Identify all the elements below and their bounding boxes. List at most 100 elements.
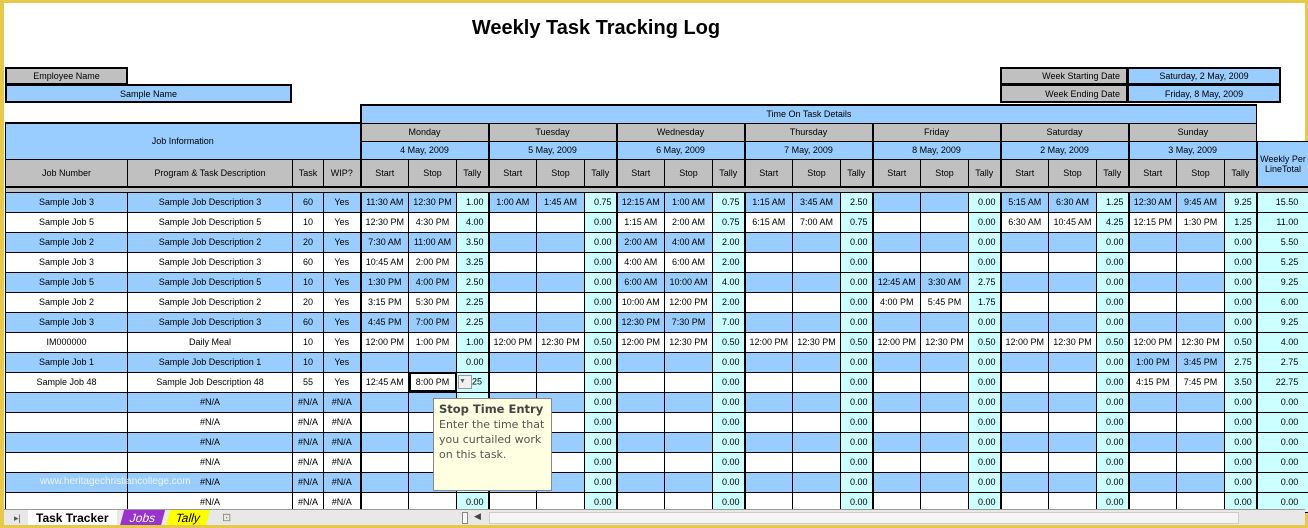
start-time-cell[interactable] [871, 431, 921, 453]
start-time-cell[interactable] [999, 391, 1049, 413]
job-number-cell[interactable] [5, 431, 128, 453]
stop-time-cell[interactable] [792, 451, 841, 473]
stop-time-cell[interactable]: 1:00 AM [664, 191, 713, 213]
start-time-cell[interactable]: 11:30 AM [359, 191, 409, 213]
start-time-cell[interactable] [1127, 391, 1177, 413]
start-time-cell[interactable]: 1:15 AM [743, 191, 793, 213]
start-time-cell[interactable] [871, 191, 921, 213]
task-description-cell[interactable]: Daily Meal [127, 331, 293, 353]
start-time-cell[interactable]: 6:15 AM [743, 211, 793, 233]
start-time-cell[interactable] [487, 251, 537, 273]
job-number-cell[interactable]: Sample Job 5 [5, 211, 128, 233]
stop-time-cell[interactable] [408, 351, 457, 373]
start-time-cell[interactable] [487, 351, 537, 373]
stop-time-cell[interactable] [792, 371, 841, 393]
stop-time-cell[interactable] [664, 351, 713, 373]
start-time-cell[interactable] [871, 231, 921, 253]
stop-time-cell[interactable]: 10:00 AM [664, 271, 713, 293]
start-time-cell[interactable] [999, 411, 1049, 433]
start-time-cell[interactable] [743, 411, 793, 433]
start-time-cell[interactable] [1127, 471, 1177, 493]
start-time-cell[interactable] [1127, 291, 1177, 313]
wip-cell[interactable]: Yes [323, 311, 361, 333]
task-cell[interactable]: 10 [292, 351, 324, 373]
start-time-cell[interactable]: 12:00 PM [999, 331, 1049, 353]
stop-time-cell[interactable] [920, 451, 969, 473]
start-time-cell[interactable]: 12:30 AM [1127, 191, 1177, 213]
start-time-cell[interactable]: 10:45 AM [359, 251, 409, 273]
stop-time-cell[interactable] [792, 351, 841, 373]
stop-time-cell[interactable]: 12:30 PM [1176, 331, 1225, 353]
week-start-field[interactable]: Saturday, 2 May, 2009 [1127, 67, 1281, 85]
start-time-cell[interactable] [999, 351, 1049, 373]
stop-time-cell[interactable] [792, 471, 841, 493]
stop-time-cell[interactable] [1176, 471, 1225, 493]
start-time-cell[interactable] [871, 471, 921, 493]
tab-split-handle[interactable] [462, 512, 468, 524]
start-time-cell[interactable] [359, 471, 409, 493]
stop-time-cell[interactable]: 7:45 PM [1176, 371, 1225, 393]
job-number-cell[interactable]: Sample Job 3 [5, 191, 128, 213]
stop-time-cell[interactable]: 12:30 PM [792, 331, 841, 353]
stop-time-cell[interactable]: 10:45 AM [1048, 211, 1097, 233]
stop-time-cell[interactable] [536, 271, 585, 293]
task-cell[interactable]: #N/A [292, 451, 324, 473]
start-time-cell[interactable] [487, 231, 537, 253]
start-time-cell[interactable]: 1:30 PM [359, 271, 409, 293]
start-time-cell[interactable]: 12:00 PM [487, 331, 537, 353]
job-number-cell[interactable] [5, 391, 128, 413]
stop-time-cell[interactable] [1048, 371, 1097, 393]
stop-time-cell[interactable] [536, 371, 585, 393]
stop-time-cell[interactable] [1176, 231, 1225, 253]
start-time-cell[interactable] [743, 271, 793, 293]
stop-time-cell[interactable] [536, 251, 585, 273]
stop-time-cell[interactable]: 7:00 PM [408, 311, 457, 333]
stop-time-cell[interactable] [792, 271, 841, 293]
tab-jobs[interactable]: Jobs [119, 510, 166, 526]
stop-time-cell[interactable] [664, 391, 713, 413]
start-time-cell[interactable]: 2:00 AM [615, 231, 665, 253]
task-description-cell[interactable]: #N/A [127, 431, 293, 453]
stop-time-cell[interactable] [664, 371, 713, 393]
stop-time-cell[interactable] [1048, 231, 1097, 253]
task-cell[interactable]: #N/A [292, 411, 324, 433]
task-cell[interactable]: 10 [292, 211, 324, 233]
task-description-cell[interactable]: Sample Job Description 5 [127, 211, 293, 233]
job-number-cell[interactable]: Sample Job 2 [5, 291, 128, 313]
stop-time-cell[interactable] [1176, 271, 1225, 293]
start-time-cell[interactable] [615, 451, 665, 473]
job-number-cell[interactable]: Sample Job 48 [5, 371, 128, 393]
stop-time-cell[interactable] [920, 231, 969, 253]
task-cell[interactable]: 10 [292, 331, 324, 353]
wip-cell[interactable]: Yes [323, 271, 361, 293]
stop-time-cell[interactable] [1048, 431, 1097, 453]
task-cell[interactable]: 60 [292, 251, 324, 273]
stop-time-cell[interactable] [792, 291, 841, 313]
stop-time-cell[interactable] [1176, 451, 1225, 473]
start-time-cell[interactable] [871, 371, 921, 393]
stop-time-cell[interactable] [1176, 311, 1225, 333]
job-number-cell[interactable] [5, 411, 128, 433]
start-time-cell[interactable]: 3:15 PM [359, 291, 409, 313]
stop-time-cell[interactable] [920, 211, 969, 233]
start-time-cell[interactable] [743, 291, 793, 313]
start-time-cell[interactable]: 12:45 AM [871, 271, 921, 293]
start-time-cell[interactable]: 12:00 PM [615, 331, 665, 353]
start-time-cell[interactable] [615, 391, 665, 413]
start-time-cell[interactable]: 12:00 PM [1127, 331, 1177, 353]
start-time-cell[interactable] [359, 451, 409, 473]
start-time-cell[interactable] [615, 411, 665, 433]
task-cell[interactable]: 10 [292, 271, 324, 293]
stop-time-cell[interactable] [920, 311, 969, 333]
stop-time-cell[interactable] [1176, 251, 1225, 273]
start-time-cell[interactable] [615, 371, 665, 393]
start-time-cell[interactable] [743, 311, 793, 333]
start-time-cell[interactable]: 1:00 PM [1127, 351, 1177, 373]
start-time-cell[interactable] [743, 431, 793, 453]
task-cell[interactable]: #N/A [292, 391, 324, 413]
start-time-cell[interactable]: 12:15 AM [615, 191, 665, 213]
start-time-cell[interactable] [743, 371, 793, 393]
start-time-cell[interactable] [999, 471, 1049, 493]
start-time-cell[interactable] [999, 271, 1049, 293]
start-time-cell[interactable] [871, 251, 921, 273]
